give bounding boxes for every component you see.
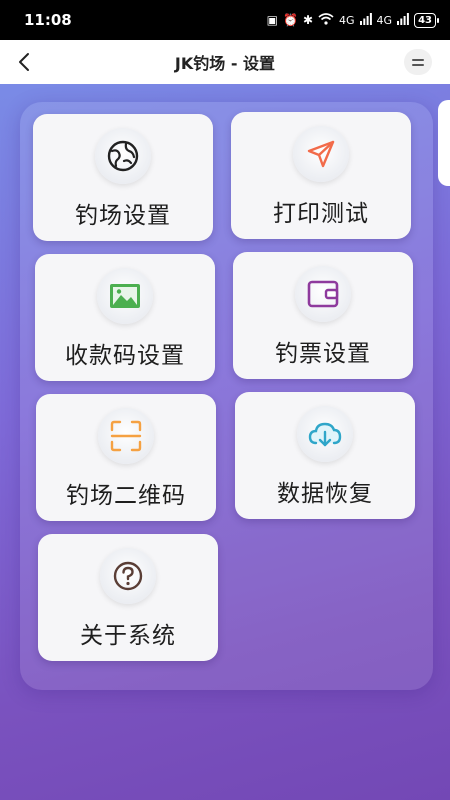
scan-icon [110, 420, 142, 452]
wallet-icon [307, 280, 339, 308]
tile-label: 收款码设置 [65, 343, 185, 369]
tile-label: 钓场设置 [75, 203, 171, 229]
nav-bar: JK钓场 - 设置 [0, 40, 450, 84]
signal-1-label: 4G [339, 13, 355, 27]
signal-icon [359, 12, 372, 28]
tile-label: 数据恢复 [277, 481, 373, 507]
bluetooth-icon: ✱ [302, 13, 314, 27]
tile-label: 关于系统 [80, 623, 176, 649]
help-icon [113, 561, 143, 591]
tile-icon-bg [295, 266, 351, 322]
page-title: JK钓场 - 设置 [174, 54, 276, 73]
chevron-left-icon [19, 53, 29, 71]
tile-icon-bg [293, 126, 349, 182]
tile-label: 打印测试 [273, 201, 369, 227]
tile-icon-bg [100, 548, 156, 604]
tile-icon-bg [97, 268, 153, 324]
status-time: 11:08 [24, 11, 72, 29]
signal-icon-2 [397, 12, 409, 28]
alarm-icon: ⏰ [283, 13, 298, 27]
tile-about-system[interactable]: 关于系统 [38, 534, 218, 661]
nfc-icon: ▣ [266, 13, 278, 27]
tile-print-test[interactable]: 打印测试 [231, 112, 411, 239]
wifi-icon [318, 12, 334, 28]
cloud-download-icon [308, 422, 342, 447]
image-icon [110, 284, 140, 308]
send-icon [307, 140, 335, 168]
status-bar: 11:08 ▣ ⏰ ✱ 4G 4G 43 [0, 0, 450, 40]
tile-label: 钓票设置 [275, 341, 371, 367]
globe-icon [107, 140, 139, 172]
menu-button[interactable] [404, 49, 432, 75]
status-icons: ▣ ⏰ ✱ 4G 4G 43 [266, 12, 439, 28]
tile-fishing-qr-code[interactable]: 钓场二维码 [36, 394, 216, 521]
tile-data-recovery[interactable]: 数据恢复 [235, 392, 415, 519]
battery-indicator: 43 [414, 12, 439, 28]
tile-icon-bg [98, 408, 154, 464]
tile-payment-code-settings[interactable]: 收款码设置 [35, 254, 215, 381]
back-button[interactable] [10, 48, 38, 76]
tile-icon-bg [95, 128, 151, 184]
tile-label: 钓场二维码 [66, 483, 186, 509]
menu-icon-line [412, 63, 424, 66]
side-card-edge[interactable] [438, 100, 450, 186]
tile-icon-bg [297, 406, 353, 462]
tile-ticket-settings[interactable]: 钓票设置 [233, 252, 413, 379]
settings-content: 钓场设置 打印测试 收款码设置 钓票设置 钓场二维码 数据恢复 关于系统 [0, 84, 450, 800]
menu-icon-line [412, 58, 424, 61]
signal-2-label: 4G [376, 13, 393, 27]
tile-fishing-settings[interactable]: 钓场设置 [33, 114, 213, 241]
